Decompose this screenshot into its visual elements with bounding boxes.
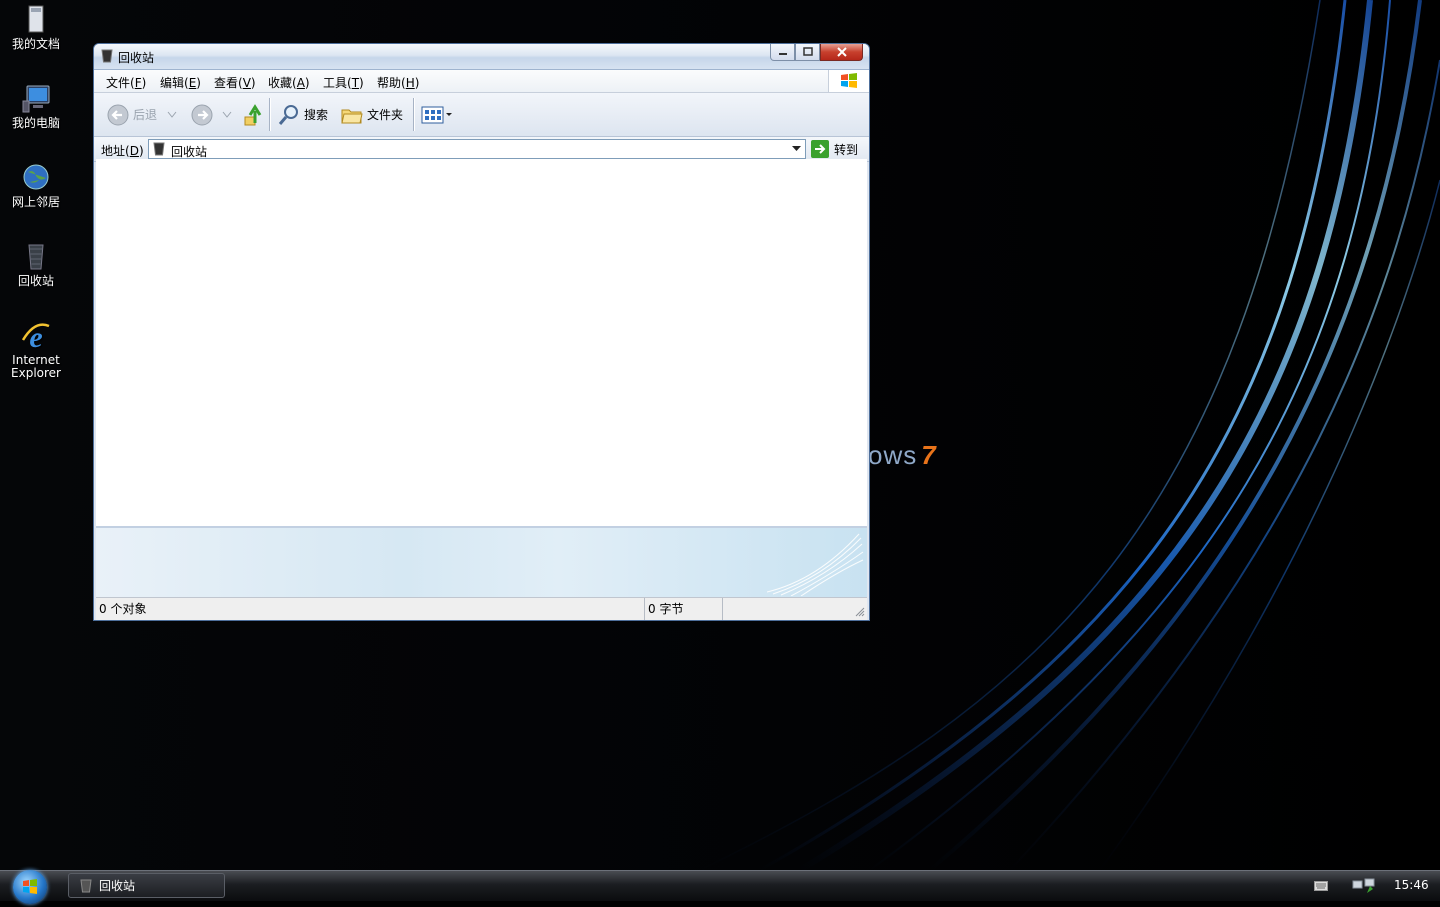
recycle-bin-icon (153, 142, 165, 156)
toolbar: 后退 搜索 文件夹 (94, 93, 869, 137)
desktop-icon-network[interactable]: 网上邻居 (4, 162, 68, 209)
folders-button[interactable]: 文件夹 (340, 93, 403, 136)
search-icon (278, 104, 298, 125)
minimize-icon (778, 53, 787, 55)
desktop-icon-label: Internet Explorer (11, 353, 61, 380)
window-title: 回收站 (118, 51, 155, 65)
keyboard-icon (1314, 881, 1328, 891)
recycle-bin-icon (101, 49, 113, 63)
view-thumbnails-icon (421, 106, 444, 123)
address-label: 地址(D) (101, 144, 144, 158)
folder-up-icon (244, 103, 262, 125)
details-pane (96, 528, 867, 597)
menu-edit[interactable]: 编辑(E) (160, 74, 201, 91)
taskbar-clock[interactable]: 15:46 (1394, 878, 1429, 892)
network-icon (23, 164, 49, 190)
forward-history-dropdown[interactable] (222, 93, 232, 136)
start-button[interactable] (13, 870, 47, 904)
tray-network[interactable] (1352, 871, 1378, 901)
desktop-icon-label: 回收站 (17, 274, 54, 288)
go-arrow-icon (811, 140, 829, 158)
resize-grip-icon[interactable] (855, 607, 865, 617)
menu-help[interactable]: 帮助(H) (377, 74, 419, 91)
menu-file[interactable]: 文件(F) (106, 74, 146, 91)
desktop-icon-my-documents[interactable]: 我的文档 (4, 4, 68, 51)
chevron-down-icon (167, 111, 177, 118)
views-button[interactable] (421, 93, 453, 136)
title-bar[interactable]: 回收站 (94, 44, 869, 70)
close-icon (836, 47, 847, 57)
menu-view[interactable]: 查看(V) (214, 74, 256, 91)
internet-explorer-icon: e (21, 321, 50, 352)
network-status-icon (1352, 878, 1375, 893)
search-button[interactable]: 搜索 (277, 93, 328, 136)
back-button[interactable]: 后退 (106, 93, 157, 136)
address-value: 回收站 (171, 145, 208, 159)
desktop-icon-my-computer[interactable]: 我的电脑 (4, 83, 68, 130)
status-total-size: 0 字节 (644, 598, 722, 620)
menu-bar: 文件(F) 编辑(E) 查看(V) 收藏(A) 工具(T) 帮助(H) (94, 70, 869, 93)
chevron-down-icon (222, 111, 232, 118)
maximize-button[interactable] (795, 44, 820, 61)
forward-button[interactable] (190, 93, 214, 136)
details-pane-decoration (767, 533, 864, 596)
taskbar: 回收站 15:46 (0, 870, 1440, 904)
windows-logo (828, 70, 869, 92)
address-dropdown-button[interactable] (788, 140, 805, 158)
forward-arrow-icon (191, 104, 213, 125)
taskbar-item-recycle-bin[interactable]: 回收站 (68, 873, 225, 898)
desktop-icon-recycle-bin[interactable]: 回收站 (4, 241, 68, 288)
file-list-area[interactable] (96, 159, 867, 528)
chevron-down-icon (446, 112, 452, 116)
tray-keyboard[interactable] (1314, 871, 1328, 901)
windows-orb-icon (23, 879, 37, 894)
wallpaper-brand: ows 7 (868, 440, 937, 470)
status-bar: 0 个对象 0 字节 (96, 597, 867, 620)
menu-favorites[interactable]: 收藏(A) (268, 74, 310, 91)
recycle-bin-window[interactable]: 回收站 文件(F) 编辑(E) 查看(V) 收藏(A) 工具(T) 帮助(H) (93, 43, 870, 621)
address-input[interactable]: 回收站 (148, 139, 806, 159)
computer-icon (22, 85, 50, 113)
maximize-icon (802, 47, 813, 56)
back-arrow-icon (107, 104, 129, 125)
recycle-bin-icon (80, 879, 92, 892)
recycle-bin-icon (28, 244, 44, 270)
go-button[interactable]: 转到 (811, 139, 858, 159)
chevron-down-icon (792, 146, 801, 151)
back-history-dropdown[interactable] (167, 93, 177, 136)
status-zone (722, 598, 866, 620)
windows-flag-icon (841, 73, 857, 88)
close-button[interactable] (820, 44, 863, 61)
desktop-icon-internet-explorer[interactable]: e Internet Explorer (4, 320, 68, 380)
up-folder-button[interactable] (242, 93, 264, 136)
desktop-icon-label: 网上邻居 (11, 195, 60, 209)
documents-icon (28, 5, 44, 33)
desktop-icon-label: 我的电脑 (11, 116, 60, 130)
status-object-count: 0 个对象 (99, 602, 147, 616)
folder-icon (341, 109, 363, 123)
menu-tools[interactable]: 工具(T) (323, 74, 364, 91)
minimize-button[interactable] (770, 44, 795, 61)
desktop-icon-label: 我的文档 (11, 37, 60, 51)
